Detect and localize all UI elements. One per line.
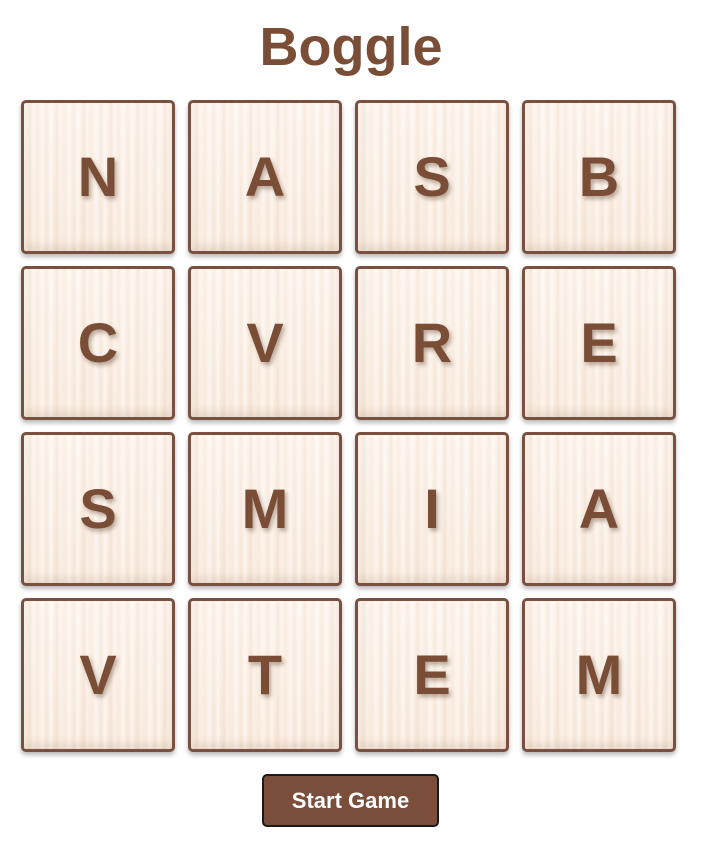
start-game-button[interactable]: Start Game (262, 774, 439, 827)
tile-letter: C (77, 311, 119, 374)
tile-letter: E (413, 643, 451, 706)
tile-r4-c3[interactable]: E (355, 598, 509, 752)
tile-letter: I (424, 477, 440, 540)
tile-r2-c4[interactable]: E (522, 266, 676, 420)
game-title: Boggle (259, 17, 443, 77)
tile-letter: V (246, 311, 284, 374)
tile-r4-c4[interactable]: M (522, 598, 676, 752)
tile-r2-c1[interactable]: C (21, 266, 175, 420)
tile-letter: S (79, 477, 117, 540)
tile-r4-c1[interactable]: V (21, 598, 175, 752)
tile-letter: M (241, 477, 289, 540)
tile-letter: N (77, 145, 119, 208)
tile-r3-c4[interactable]: A (522, 432, 676, 586)
tile-letter: V (79, 643, 117, 706)
tile-letter: T (247, 643, 283, 706)
tile-r1-c3[interactable]: S (355, 100, 509, 254)
tile-letter: R (411, 311, 453, 374)
tile-letter: A (578, 477, 620, 540)
tile-r2-c3[interactable]: R (355, 266, 509, 420)
tile-r3-c3[interactable]: I (355, 432, 509, 586)
tile-letter: M (575, 643, 623, 706)
boggle-board: N A S B C V R E S M I A V T E M (21, 100, 681, 754)
tile-r3-c1[interactable]: S (21, 432, 175, 586)
tile-r2-c2[interactable]: V (188, 266, 342, 420)
tile-letter: B (578, 145, 620, 208)
tile-letter: A (244, 145, 286, 208)
tile-r1-c4[interactable]: B (522, 100, 676, 254)
tile-r3-c2[interactable]: M (188, 432, 342, 586)
tile-r1-c1[interactable]: N (21, 100, 175, 254)
tile-r1-c2[interactable]: A (188, 100, 342, 254)
tile-letter: E (580, 311, 618, 374)
tile-letter: S (413, 145, 451, 208)
tile-r4-c2[interactable]: T (188, 598, 342, 752)
